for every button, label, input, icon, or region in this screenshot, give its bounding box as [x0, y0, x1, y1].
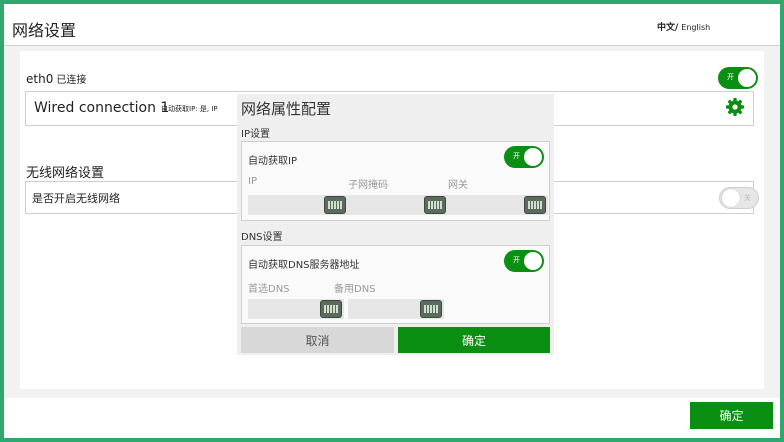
toggle-knob [524, 252, 542, 270]
gateway-input[interactable] [448, 195, 548, 215]
eth-title: eth0 已连接 [26, 71, 86, 86]
lang-english-link[interactable]: English [681, 23, 710, 32]
gateway-label: 网关 [448, 180, 468, 191]
wifi-toggle[interactable]: 关 [719, 187, 759, 209]
ip-input[interactable] [248, 195, 348, 215]
ip-section-label: IP设置 [241, 129, 270, 140]
lang-chinese-link[interactable]: 中文/ [657, 23, 678, 33]
eth-status: 已连接 [56, 75, 87, 86]
gear-icon[interactable] [725, 97, 745, 117]
subnet-mask-input[interactable] [348, 195, 448, 215]
primary-dns-label: 首选DNS [248, 284, 290, 295]
toggle-knob [722, 189, 740, 207]
language-switcher: 中文/English [657, 20, 710, 33]
keyboard-icon[interactable] [420, 300, 442, 318]
dns-settings-box: 自动获取DNS服务器地址 开 首选DNS 备用DNS [241, 245, 550, 324]
header: 网络设置 中文/English [4, 4, 780, 46]
wifi-toggle-label: 关 [744, 194, 751, 202]
eth-toggle[interactable]: 开 [718, 67, 758, 89]
connection-detail: 自动获取IP: 是, IP [161, 105, 218, 113]
auto-ip-label: 自动获取IP [248, 156, 297, 167]
dialog-ok-button[interactable]: 确定 [398, 327, 550, 353]
network-config-dialog: 网络属性配置 IP设置 自动获取IP 开 IP 子网掩码 网关 DNS设置 自动… [237, 94, 554, 355]
secondary-dns-label: 备用DNS [334, 284, 376, 295]
keyboard-icon[interactable] [524, 196, 546, 214]
secondary-dns-input[interactable] [348, 299, 444, 319]
wifi-section-title: 无线网络设置 [26, 166, 105, 181]
eth-toggle-label: 开 [727, 73, 734, 81]
confirm-button[interactable]: 确定 [690, 402, 773, 429]
wifi-enable-label: 是否开启无线网络 [32, 192, 120, 205]
auto-ip-toggle-label: 开 [513, 152, 520, 160]
auto-dns-label: 自动获取DNS服务器地址 [248, 260, 360, 271]
dns-section-label: DNS设置 [241, 232, 283, 243]
auto-dns-toggle[interactable]: 开 [504, 250, 544, 272]
primary-dns-input[interactable] [248, 299, 344, 319]
keyboard-icon[interactable] [424, 196, 446, 214]
ip-label: IP [248, 176, 257, 187]
auto-ip-toggle[interactable]: 开 [504, 146, 544, 168]
cancel-button[interactable]: 取消 [241, 327, 394, 353]
ip-settings-box: 自动获取IP 开 IP 子网掩码 网关 [241, 141, 550, 221]
connection-name: Wired connection 1 [34, 100, 170, 116]
subnet-mask-label: 子网掩码 [348, 180, 388, 191]
page-title: 网络设置 [12, 21, 77, 40]
toggle-knob [738, 69, 756, 87]
toggle-knob [524, 148, 542, 166]
dialog-title: 网络属性配置 [241, 100, 332, 118]
eth-name: eth0 [26, 72, 54, 86]
app-window: 网络设置 中文/English eth0 已连接 开 Wired connecti… [4, 4, 780, 438]
keyboard-icon[interactable] [324, 196, 346, 214]
auto-dns-toggle-label: 开 [513, 256, 520, 264]
keyboard-icon[interactable] [320, 300, 342, 318]
